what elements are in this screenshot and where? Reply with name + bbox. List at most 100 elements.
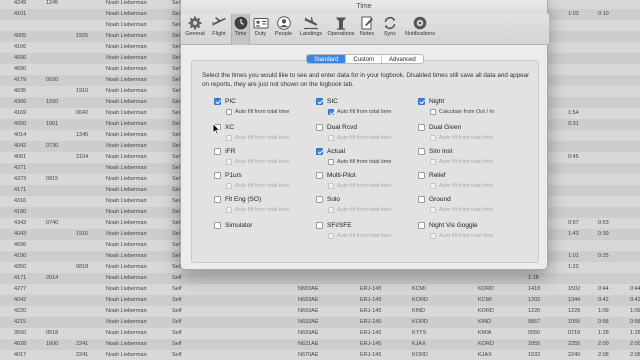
table-cell: 0:58: [630, 319, 640, 325]
table-cell: Noah Lieberman: [106, 77, 147, 83]
toolbar-notes-button[interactable]: Notes: [357, 14, 377, 45]
solo-checkbox[interactable]: [316, 196, 323, 203]
tab-advanced[interactable]: Advanced: [381, 55, 423, 63]
table-cell: KORD: [478, 341, 494, 347]
toolbar-label: Notifications: [405, 31, 435, 37]
table-cell: 2241: [76, 352, 89, 358]
table-cell: 4179: [14, 77, 27, 83]
table-cell: 4028: [14, 341, 27, 347]
table-cell: Noah Lieberman: [106, 22, 147, 28]
table-cell: 0:57: [568, 220, 579, 226]
table-row[interactable]: 3550 0518 Noah Lieberman Self N693AE ERJ-145 K…: [0, 328, 640, 339]
night-vis-goggle-auto-fill-checkbox: [430, 233, 436, 239]
table-cell: 2:08: [598, 352, 609, 358]
toolbar-label: Flight: [212, 31, 226, 37]
toolbar-notifications-button[interactable]: Notifications: [402, 14, 438, 45]
table-cell: Noah Lieberman: [106, 0, 147, 6]
preferences-toolbar: General Flight Time Duty People Landings Opera…: [181, 14, 549, 45]
table-cell: 0:31: [568, 121, 579, 127]
table-cell: 2255: [568, 341, 581, 347]
toolbar-label: General: [185, 31, 205, 37]
night-auto-fill-checkbox[interactable]: [430, 109, 436, 115]
table-cell: ERJ-145: [360, 286, 382, 292]
table-cell: Noah Lieberman: [106, 187, 147, 193]
toolbar-duty-button[interactable]: Duty: [251, 14, 270, 45]
simulator-checkbox[interactable]: [214, 222, 221, 229]
dual-rcvd-checkbox[interactable]: [316, 124, 323, 131]
table-cell: 1932: [528, 352, 541, 358]
ifr-label: IFR: [225, 148, 236, 155]
toolbar-operations-button[interactable]: Operations: [327, 14, 355, 45]
dual-given-checkbox[interactable]: [418, 124, 425, 131]
xc-auto-fill-label: Auto fill from total time: [235, 135, 290, 141]
table-cell: 0857: [528, 319, 541, 325]
sic-auto-fill-checkbox[interactable]: [328, 109, 334, 115]
multi-pilot-checkbox[interactable]: [316, 172, 323, 179]
table-cell: Noah Lieberman: [106, 352, 147, 358]
table-row[interactable]: 4277 Noah Lieberman Self N693AE ERJ-145 KCMI K…: [0, 284, 640, 295]
dual-given-auto-fill-label: Auto fill from total time: [439, 135, 494, 141]
table-row[interactable]: 4017 2241 Noah Lieberman Self N670AE ERJ-145 K…: [0, 350, 640, 360]
table-cell: KJAX: [478, 352, 492, 358]
ifr-checkbox[interactable]: [214, 148, 221, 155]
table-cell: 1901: [46, 121, 59, 127]
ground-checkbox[interactable]: [418, 196, 425, 203]
table-cell: 0818: [76, 264, 89, 270]
flt-eng-so-checkbox[interactable]: [214, 196, 221, 203]
table-cell: 0:39: [598, 231, 609, 237]
table-cell: 4220: [14, 308, 27, 314]
toolbar-time-button[interactable]: Time: [231, 14, 250, 45]
notification-icon: [402, 16, 438, 30]
pic-auto-fill-checkbox[interactable]: [226, 109, 232, 115]
table-cell: 4271: [14, 165, 27, 171]
table-row[interactable]: 4215 Noah Lieberman Self N693AE ERJ-145 KORD K…: [0, 317, 640, 328]
ifr-auto-fill-label: Auto fill from total time: [235, 159, 290, 165]
tab-custom[interactable]: Custom: [345, 55, 381, 63]
xc-label: XC: [225, 124, 235, 131]
pic-checkbox[interactable]: [214, 98, 221, 105]
multi-pilot-auto-fill-label: Auto fill from total time: [337, 183, 392, 189]
toolbar-people-button[interactable]: People: [272, 14, 295, 45]
actual-checkbox[interactable]: [316, 148, 323, 155]
sic-checkbox[interactable]: [316, 98, 323, 105]
solo-label: Solo: [327, 196, 341, 203]
table-row[interactable]: 4042 Noah Lieberman Self N693AE ERJ-145 KORD K…: [0, 295, 640, 306]
toolbar-sync-button[interactable]: Sync: [380, 14, 400, 45]
table-cell: N670AE: [298, 352, 319, 358]
dual-rcvd-auto-fill-checkbox: [328, 135, 334, 141]
sfi-sfe-auto-fill-label: Auto fill from total time: [337, 233, 392, 239]
table-cell: 4373: [14, 176, 27, 182]
time-settings-panel: Select the times you would like to see a…: [191, 60, 539, 263]
mouse-pointer-icon: [212, 123, 221, 135]
table-cell: Noah Lieberman: [106, 55, 147, 61]
actual-auto-fill-checkbox[interactable]: [328, 159, 334, 165]
flt-eng-so-label: Flt Eng (SO): [225, 196, 262, 203]
p1u-s-checkbox[interactable]: [214, 172, 221, 179]
night-checkbox[interactable]: [418, 98, 425, 105]
sim-inst-checkbox[interactable]: [418, 148, 425, 155]
table-cell: 1502: [568, 286, 581, 292]
toolbar-landings-button[interactable]: Landings: [297, 14, 325, 45]
table-row[interactable]: 4171 2014 Noah Lieberman Self 1:18: [0, 273, 640, 284]
toolbar-general-button[interactable]: General: [184, 14, 206, 45]
person-icon: [272, 16, 295, 30]
tab-standard[interactable]: Standard: [307, 55, 346, 63]
toolbar-label: Time: [234, 31, 247, 37]
table-cell: Self: [172, 352, 182, 358]
toolbar-flight-button[interactable]: Flight: [209, 14, 229, 45]
table-cell: 4096: [14, 55, 27, 61]
actual-auto-fill-label: Auto fill from total time: [337, 159, 392, 165]
table-cell: 4050: [14, 121, 27, 127]
table-row[interactable]: 4028 1600 2241 Noah Lieberman Self N631AE ERJ-…: [0, 339, 640, 350]
table-cell: 2:08: [630, 352, 640, 358]
toolbar-label: Sync: [383, 31, 397, 37]
table-cell: Noah Lieberman: [106, 286, 147, 292]
table-row[interactable]: 4220 Noah Lieberman Self N693AE ERJ-145 KIND K…: [0, 306, 640, 317]
relief-checkbox[interactable]: [418, 172, 425, 179]
table-cell: KIND: [478, 319, 492, 325]
ifr-auto-fill-checkbox: [226, 159, 232, 165]
night-vis-goggle-checkbox[interactable]: [418, 222, 425, 229]
sfi-sfe-checkbox[interactable]: [316, 222, 323, 229]
ground-auto-fill-label: Auto fill from total time: [439, 207, 494, 213]
table-cell: 2240: [568, 352, 581, 358]
